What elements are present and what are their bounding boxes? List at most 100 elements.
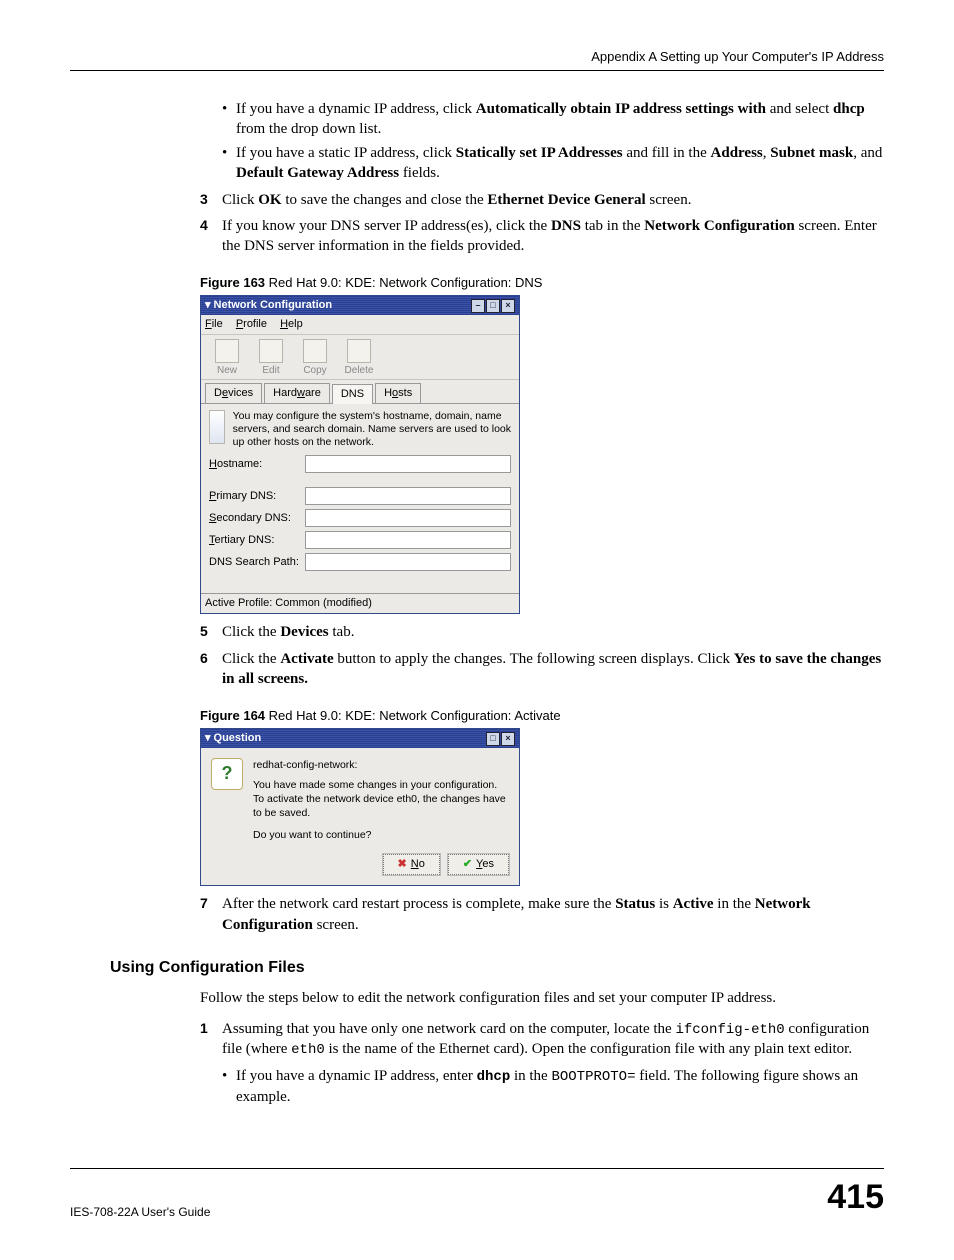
sub-bullets: If you have a dynamic IP address, enter … <box>222 1066 884 1107</box>
step-5: 5 Click the Devices tab. <box>200 622 884 642</box>
toolbar: New Edit Copy Delete <box>201 335 519 381</box>
primary-dns-row: Primary DNS: <box>209 487 511 505</box>
close-icon[interactable]: × <box>501 732 515 746</box>
content-area: If you have a dynamic IP address, click … <box>200 99 884 935</box>
bold: Default Gateway Address <box>236 165 399 181</box>
step-number: 5 <box>200 622 208 641</box>
text: If you have a dynamic IP address, click <box>236 101 476 117</box>
dialog-line: To activate the network device eth0, the… <box>253 792 509 820</box>
config-steps: 1 Assuming that you have only one networ… <box>200 1019 884 1108</box>
bold: Activate <box>280 651 333 667</box>
text: After the network card restart process i… <box>222 896 615 912</box>
titlebar[interactable]: ▾Question □× <box>201 729 519 748</box>
text: is the name of the Ethernet card). Open … <box>325 1041 852 1057</box>
tab-hosts[interactable]: Hosts <box>375 383 421 403</box>
search-path-input[interactable] <box>305 553 511 571</box>
figure-label: Figure 164 <box>200 708 265 723</box>
section-content: Follow the steps below to edit the netwo… <box>200 988 884 1107</box>
text: If you know your DNS server IP address(e… <box>222 218 551 234</box>
text: from the drop down list. <box>236 121 381 137</box>
sub-bullet-dhcp: If you have a dynamic IP address, enter … <box>222 1066 884 1107</box>
new-button[interactable]: New <box>207 339 247 378</box>
text: to save the changes and close the <box>282 192 488 208</box>
tab-dns[interactable]: DNS <box>332 384 373 404</box>
button-row: ✖No ✔Yes <box>201 848 519 885</box>
edit-icon <box>259 339 283 363</box>
dialog-line: You have made some changes in your confi… <box>253 778 509 792</box>
primary-dns-input[interactable] <box>305 487 511 505</box>
description-text: You may configure the system's hostname,… <box>233 410 511 449</box>
step-number: 7 <box>200 894 208 913</box>
text: Click the <box>222 624 280 640</box>
text: screen. <box>313 917 359 933</box>
text: screen. <box>646 192 692 208</box>
text: Click <box>222 192 258 208</box>
step-number: 4 <box>200 216 208 235</box>
no-button[interactable]: ✖No <box>383 854 440 875</box>
section-intro: Follow the steps below to edit the netwo… <box>200 988 884 1008</box>
text: tab. <box>329 624 355 640</box>
search-path-label: DNS Search Path: <box>209 555 305 570</box>
server-icon <box>209 410 225 444</box>
yes-button[interactable]: ✔Yes <box>448 854 509 875</box>
text: in the <box>714 896 755 912</box>
question-icon: ? <box>211 758 243 790</box>
text: If you have a dynamic IP address, enter <box>236 1068 477 1084</box>
header-breadcrumb: Appendix A Setting up Your Computer's IP… <box>70 48 884 66</box>
menu-help[interactable]: Help <box>280 318 303 330</box>
tertiary-dns-label: Tertiary DNS: <box>209 533 305 548</box>
hostname-input[interactable] <box>305 455 511 473</box>
window-controls: □× <box>485 731 515 746</box>
dialog-text: redhat-config-network: You have made som… <box>253 758 509 843</box>
menu-profile[interactable]: Profile <box>236 318 267 330</box>
bold: Ethernet Device General <box>487 192 645 208</box>
hostname-label: Hostname: <box>209 457 305 472</box>
new-icon <box>215 339 239 363</box>
section-heading: Using Configuration Files <box>110 957 884 979</box>
step-number: 6 <box>200 649 208 668</box>
bold: Devices <box>280 624 328 640</box>
code: ifconfig-eth0 <box>675 1022 784 1038</box>
text: , and <box>853 145 882 161</box>
bold: Status <box>615 896 655 912</box>
search-path-row: DNS Search Path: <box>209 553 511 571</box>
window-title: ▾Question <box>205 731 261 746</box>
steps-list-c: 7 After the network card restart process… <box>200 894 884 935</box>
header-rule <box>70 70 884 71</box>
tab-bar: Devices Hardware DNS Hosts <box>201 380 519 404</box>
bold-code: dhcp <box>477 1069 511 1085</box>
text: and fill in the <box>623 145 711 161</box>
status-bar: Active Profile: Common (modified) <box>201 593 519 613</box>
description-row: You may configure the system's hostname,… <box>209 410 511 449</box>
steps-list-a: 3 Click OK to save the changes and close… <box>200 190 884 257</box>
text: and select <box>766 101 833 117</box>
secondary-dns-label: Secondary DNS: <box>209 511 305 526</box>
figure-163-caption: Figure 163 Red Hat 9.0: KDE: Network Con… <box>200 274 884 292</box>
tertiary-dns-input[interactable] <box>305 531 511 549</box>
dialog-heading: redhat-config-network: <box>253 758 509 772</box>
delete-icon <box>347 339 371 363</box>
figure-text: Red Hat 9.0: KDE: Network Configuration:… <box>265 275 542 290</box>
copy-icon <box>303 339 327 363</box>
minimize-icon[interactable]: – <box>471 299 485 313</box>
maximize-icon[interactable]: □ <box>486 299 500 313</box>
edit-button[interactable]: Edit <box>251 339 291 378</box>
cancel-icon: ✖ <box>398 857 407 872</box>
text: tab in the <box>581 218 644 234</box>
text: If you have a static IP address, click <box>236 145 456 161</box>
primary-dns-label: Primary DNS: <box>209 489 305 504</box>
tab-devices[interactable]: Devices <box>205 383 262 403</box>
delete-button[interactable]: Delete <box>339 339 379 378</box>
close-icon[interactable]: × <box>501 299 515 313</box>
bold: OK <box>258 192 281 208</box>
figure-text: Red Hat 9.0: KDE: Network Configuration:… <box>265 708 561 723</box>
bold: Network Configuration <box>644 218 794 234</box>
tab-hardware[interactable]: Hardware <box>264 383 330 403</box>
code: eth0 <box>291 1042 325 1058</box>
copy-button[interactable]: Copy <box>295 339 335 378</box>
bold: Automatically obtain IP address settings… <box>476 101 766 117</box>
titlebar[interactable]: ▾Network Configuration –□× <box>201 296 519 315</box>
menu-file[interactable]: File <box>205 318 223 330</box>
maximize-icon[interactable]: □ <box>486 732 500 746</box>
secondary-dns-input[interactable] <box>305 509 511 527</box>
